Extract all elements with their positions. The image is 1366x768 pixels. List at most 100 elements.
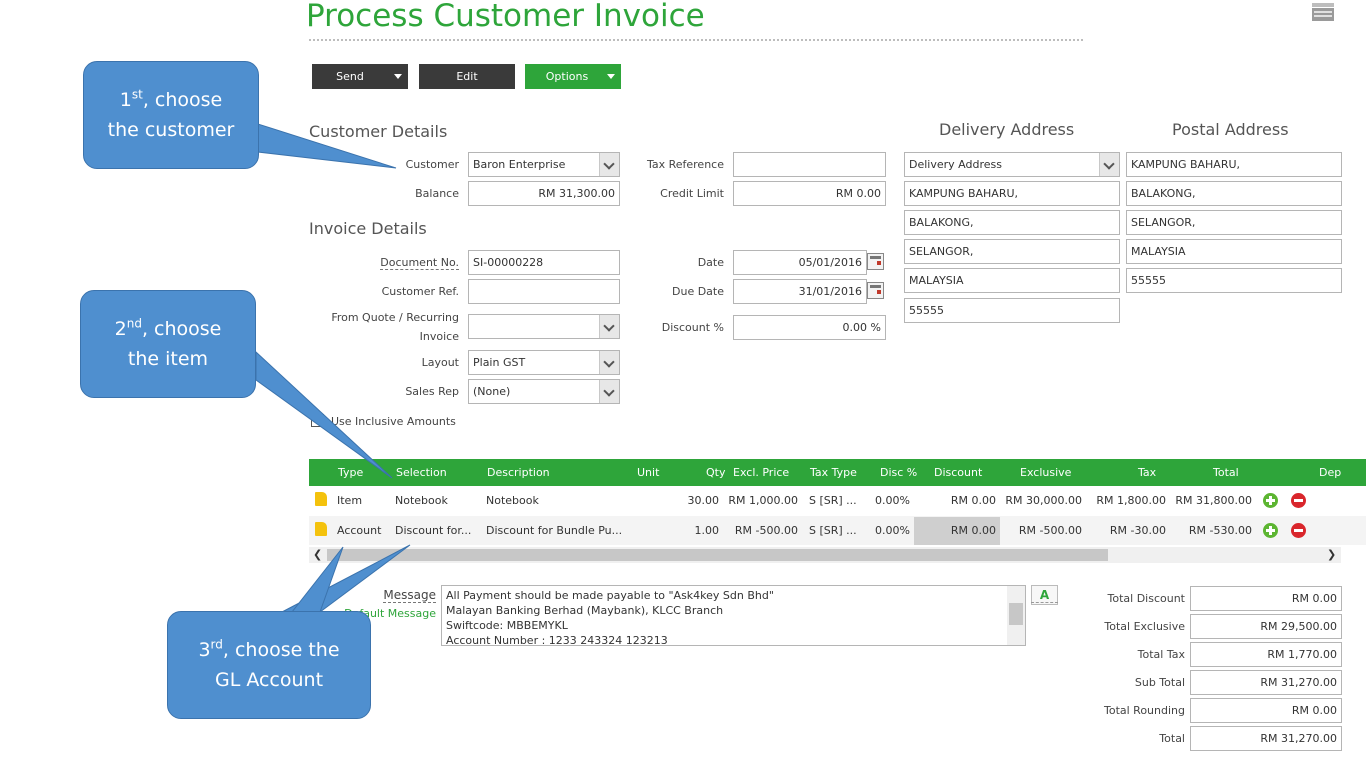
cell-tax[interactable]: RM -30.00	[1110, 524, 1166, 537]
col-header-qty[interactable]: Qty	[706, 466, 725, 479]
note-icon[interactable]	[315, 522, 327, 536]
sales-rep-label: Sales Rep	[405, 385, 459, 398]
document-no-input[interactable]: SI-00000228	[468, 250, 620, 275]
sales-rep-value: (None)	[473, 385, 511, 398]
cell-type[interactable]: Item	[337, 494, 362, 507]
postal-address-line-text: SELANGOR,	[1131, 216, 1196, 229]
cell-description[interactable]: Notebook	[486, 494, 539, 507]
cell-tax-type[interactable]: S [SR] ...	[809, 494, 857, 507]
customer-details-heading: Customer Details	[309, 122, 448, 141]
col-header-dep[interactable]: Dep	[1319, 466, 1341, 479]
col-header-selection[interactable]: Selection	[396, 466, 447, 479]
chevron-down-icon[interactable]	[599, 153, 619, 176]
delivery-address-select[interactable]: Delivery Address	[904, 152, 1120, 177]
cell-exclusive[interactable]: RM -500.00	[1019, 524, 1082, 537]
sub-total-field: RM 31,270.00	[1190, 670, 1342, 695]
calendar-icon[interactable]	[867, 282, 884, 299]
postal-address-line-text: MALAYSIA	[1131, 245, 1186, 258]
edit-button[interactable]: Edit	[419, 64, 515, 89]
cell-selection[interactable]: Discount for...	[395, 524, 471, 537]
discount-pct-input[interactable]: 0.00 %	[733, 315, 886, 340]
postal-address-line-text: 55555	[1131, 274, 1166, 287]
customer-ref-input[interactable]	[468, 279, 620, 304]
postal-address-line-3[interactable]: SELANGOR,	[1126, 210, 1342, 235]
cell-qty[interactable]: 1.00	[695, 524, 720, 537]
cell-excl-price[interactable]: RM -500.00	[735, 524, 798, 537]
total-exclusive-label: Total Exclusive	[1104, 620, 1185, 633]
chevron-down-icon[interactable]	[1099, 153, 1119, 176]
cell-discount[interactable]: RM 0.00	[951, 494, 996, 507]
total-rounding-value: RM 0.00	[1291, 704, 1337, 717]
delivery-address-line-text: SELANGOR,	[909, 245, 974, 258]
due-date-label: Due Date	[672, 285, 724, 298]
credit-limit-field[interactable]: RM 0.00	[733, 181, 886, 206]
options-button[interactable]: Options	[525, 64, 621, 89]
total-tax-label: Total Tax	[1137, 648, 1185, 661]
customer-select[interactable]: Baron Enterprise	[468, 152, 620, 177]
scroll-right-icon[interactable]: ❯	[1327, 548, 1336, 561]
cell-tax-type[interactable]: S [SR] ...	[809, 524, 857, 537]
cell-total[interactable]: RM 31,800.00	[1175, 494, 1252, 507]
inclusive-amounts-checkbox[interactable]	[311, 414, 324, 427]
delivery-address-line-5[interactable]: 55555	[904, 298, 1120, 323]
col-header-tax-type[interactable]: Tax Type	[810, 466, 857, 479]
chevron-down-icon[interactable]	[599, 380, 619, 403]
callout-choose-gl-account: 3rd, choose the GL Account	[167, 611, 371, 719]
message-label[interactable]: Message	[383, 588, 436, 603]
cell-tax[interactable]: RM 1,800.00	[1096, 494, 1166, 507]
date-input[interactable]: 05/01/2016	[733, 250, 867, 275]
delivery-address-line-4[interactable]: MALAYSIA	[904, 268, 1120, 293]
postal-address-line-1[interactable]: KAMPUNG BAHARU,	[1126, 152, 1342, 177]
remove-row-icon[interactable]	[1291, 493, 1306, 508]
delivery-address-line-3[interactable]: SELANGOR,	[904, 239, 1120, 264]
col-header-disc-pct[interactable]: Disc %	[880, 466, 917, 479]
calendar-icon[interactable]	[867, 253, 884, 270]
cell-disc-pct[interactable]: 0.00%	[875, 524, 910, 537]
add-row-icon[interactable]	[1263, 493, 1278, 508]
cell-discount[interactable]: RM 0.00	[951, 524, 996, 537]
postal-address-line-2[interactable]: BALAKONG,	[1126, 181, 1342, 206]
col-header-excl-price[interactable]: Excl. Price	[733, 466, 789, 479]
cell-qty[interactable]: 30.00	[688, 494, 720, 507]
col-header-discount[interactable]: Discount	[934, 466, 982, 479]
callout-line: the item	[127, 348, 209, 370]
layout-value: Plain GST	[473, 356, 526, 369]
invoice-screen: Process Customer Invoice Send Edit Optio…	[0, 0, 1366, 768]
inclusive-amounts-label: Use Inclusive Amounts	[331, 415, 456, 428]
col-header-type[interactable]: Type	[338, 466, 363, 479]
chevron-down-icon[interactable]	[599, 351, 619, 374]
sales-rep-select[interactable]: (None)	[468, 379, 620, 404]
cell-disc-pct[interactable]: 0.00%	[875, 494, 910, 507]
cell-description[interactable]: Discount for Bundle Pu...	[486, 524, 622, 537]
col-header-exclusive[interactable]: Exclusive	[1020, 466, 1071, 479]
add-row-icon[interactable]	[1263, 523, 1278, 538]
cell-total[interactable]: RM -530.00	[1189, 524, 1252, 537]
chevron-down-icon[interactable]	[599, 315, 619, 338]
delivery-address-line-2[interactable]: BALAKONG,	[904, 210, 1120, 235]
cell-type[interactable]: Account	[337, 524, 381, 537]
postal-address-line-5[interactable]: 55555	[1126, 268, 1342, 293]
scrollbar-thumb[interactable]	[1009, 603, 1023, 625]
cell-selection[interactable]: Notebook	[395, 494, 448, 507]
cell-exclusive[interactable]: RM 30,000.00	[1005, 494, 1082, 507]
total-rounding-field[interactable]: RM 0.00	[1190, 698, 1342, 723]
col-header-total[interactable]: Total	[1213, 466, 1239, 479]
clapperboard-icon[interactable]	[1311, 2, 1335, 22]
cell-excl-price[interactable]: RM 1,000.00	[728, 494, 798, 507]
send-button[interactable]: Send	[312, 64, 408, 89]
scrollbar-thumb[interactable]	[327, 549, 1108, 561]
tax-reference-input[interactable]	[733, 152, 886, 177]
postal-address-line-4[interactable]: MALAYSIA	[1126, 239, 1342, 264]
due-date-input[interactable]: 31/01/2016	[733, 279, 867, 304]
col-header-unit[interactable]: Unit	[637, 466, 659, 479]
scroll-left-icon[interactable]: ❮	[313, 548, 322, 561]
col-header-tax[interactable]: Tax	[1138, 466, 1156, 479]
document-no-label[interactable]: Document No.	[380, 256, 459, 270]
layout-select[interactable]: Plain GST	[468, 350, 620, 375]
col-header-description[interactable]: Description	[487, 466, 550, 479]
message-textarea[interactable]: All Payment should be made payable to "A…	[441, 585, 1026, 646]
delivery-address-line-1[interactable]: KAMPUNG BAHARU,	[904, 181, 1120, 206]
from-quote-select[interactable]	[468, 314, 620, 339]
remove-row-icon[interactable]	[1291, 523, 1306, 538]
note-icon[interactable]	[315, 492, 327, 506]
